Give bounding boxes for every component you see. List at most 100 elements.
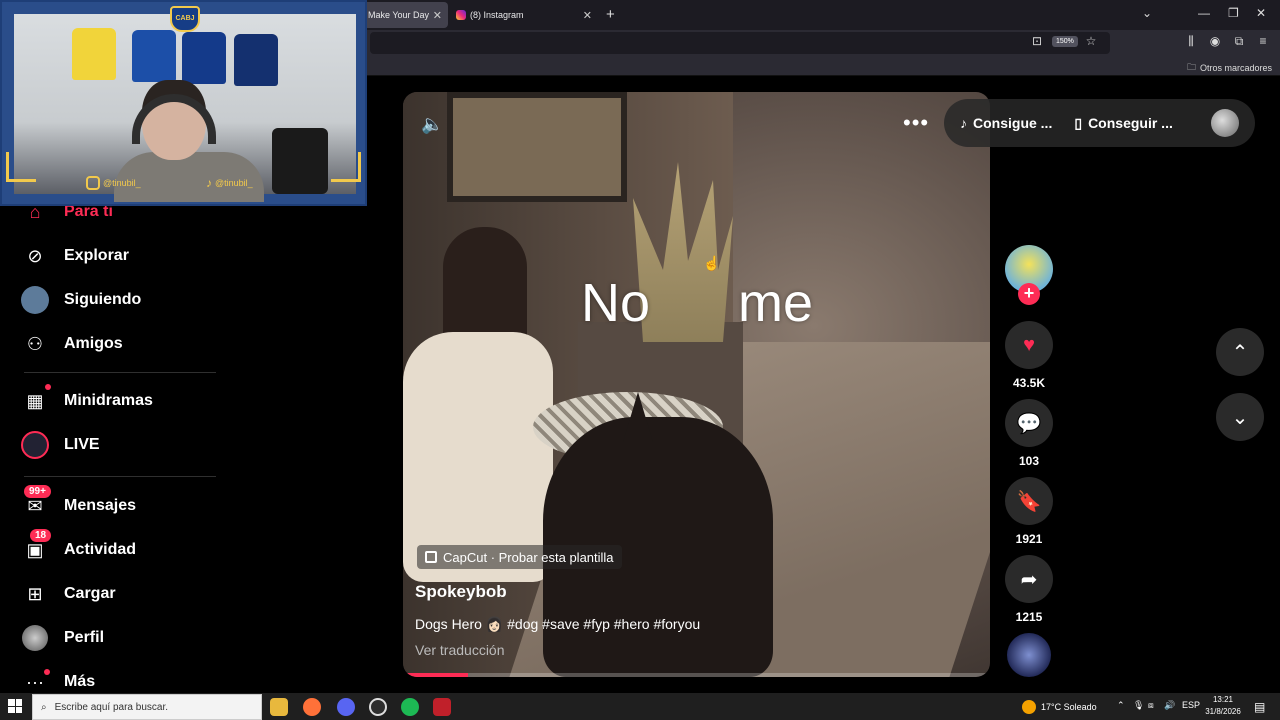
get-app-label: Consigue ... [973, 115, 1053, 131]
sidebar-item-amigos[interactable]: ⚇ Amigos [20, 329, 123, 359]
sidebar-item-perfil[interactable]: Perfil [20, 623, 104, 653]
hand-cursor-icon: ☝ [703, 255, 721, 271]
sidebar-item-siguiendo[interactable]: Siguiendo [20, 285, 141, 315]
sidebar-item-cargar[interactable]: ⊞ Cargar [20, 579, 115, 609]
tab-list-chevron-icon[interactable]: ⌄ [1142, 6, 1152, 20]
notifications-icon[interactable]: ▤ [1254, 700, 1265, 714]
obs-icon[interactable] [369, 698, 387, 716]
comment-button[interactable]: 💬 [1005, 399, 1053, 447]
search-icon: ⌕ [41, 701, 47, 713]
notification-dot [45, 384, 51, 390]
more-options-icon[interactable]: ••• [903, 110, 929, 136]
sidebar-item-label: Perfil [64, 629, 105, 646]
sidebar-divider [24, 476, 216, 477]
jersey-blue [182, 32, 226, 84]
tray-chevron-icon[interactable]: ⌃ [1117, 700, 1125, 711]
sidebar-divider [24, 372, 216, 373]
follow-plus-icon[interactable]: + [1018, 283, 1040, 305]
close-tab-icon[interactable]: ✕ [433, 9, 442, 22]
comment-count: 103 [1018, 454, 1040, 468]
sidebar-item-live[interactable]: LIVE [20, 430, 100, 460]
search-placeholder: Escribe aquí para buscar. [54, 701, 169, 713]
close-window-icon[interactable]: ✕ [1256, 6, 1266, 20]
frame-corner [6, 152, 36, 182]
next-video-button[interactable]: ⌄ [1216, 393, 1264, 441]
tiktok-handle: ♪ @tinubil_ [206, 176, 253, 190]
volume-icon[interactable]: 🔈 [421, 114, 443, 135]
minimize-icon[interactable]: — [1198, 6, 1210, 20]
other-bookmarks[interactable]: 🗀 Otros marcadores [1187, 60, 1272, 76]
bookmark-star-icon[interactable]: ☆ [1084, 34, 1098, 48]
restore-icon[interactable]: ❐ [1228, 6, 1239, 20]
get-device-button[interactable]: ▯ Conseguir ... [1074, 115, 1173, 132]
music-disc-icon[interactable] [1007, 633, 1051, 677]
sidebar-item-label: Amigos [64, 335, 123, 352]
sidebar-item-label: Actividad [64, 541, 137, 558]
chevron-up-icon: ⌃ [1231, 341, 1249, 364]
sidebar-item-label: LIVE [64, 436, 100, 453]
clock-time: 13:21 [1212, 695, 1234, 704]
menu-icon[interactable]: ≡ [1256, 34, 1270, 48]
see-translation-link[interactable]: Ver traducción [415, 642, 505, 658]
tab-title: Make Your Day [368, 10, 430, 20]
clock[interactable]: 13:21 31/8/2026 [1198, 694, 1248, 718]
file-explorer-icon[interactable] [270, 698, 288, 716]
like-button[interactable]: ♥ [1005, 321, 1053, 369]
instagram-handle-text: @tinubil_ [103, 178, 141, 188]
save-button[interactable]: 🔖 [1005, 477, 1053, 525]
phone-icon: ▯ [1074, 114, 1083, 131]
sidebar-item-label: Más [64, 673, 96, 690]
firefox-icon[interactable] [303, 698, 321, 716]
sidebar-item-minidramas[interactable]: ▦ Minidramas [20, 384, 153, 416]
other-bookmarks-label: Otros marcadores [1199, 63, 1272, 73]
library-icon[interactable]: ⫼ [1184, 34, 1198, 48]
user-avatar[interactable] [1211, 109, 1239, 137]
video-progress-bar[interactable] [403, 673, 990, 677]
get-app-button[interactable]: ♪ Consigue ... [960, 115, 1052, 131]
messages-icon: ✉ 99+ [20, 485, 51, 521]
live-icon [20, 430, 50, 460]
notification-dot [44, 669, 50, 675]
video-progress-fill [403, 673, 468, 677]
windows-start-icon[interactable] [8, 699, 22, 713]
new-tab-icon[interactable]: + [606, 6, 615, 23]
tab-title: (8) Instagram [470, 10, 524, 20]
sidebar-item-explorar[interactable]: ⊘ Explorar [20, 241, 129, 271]
sidebar-item-mensajes[interactable]: ✉ 99+ Mensajes [20, 485, 136, 521]
reader-view-icon[interactable]: ⊡ [1030, 34, 1044, 48]
tab-instagram[interactable]: (8) Instagram ✕ [448, 2, 598, 28]
spotify-icon[interactable] [401, 698, 419, 716]
zoom-level[interactable]: 150% [1052, 36, 1078, 47]
previous-video-button[interactable]: ⌃ [1216, 328, 1264, 376]
capcut-template-button[interactable]: CapCut · Probar esta plantilla [417, 545, 622, 569]
video-author[interactable]: Spokeybob [415, 582, 507, 602]
sidebar-item-actividad[interactable]: ▣ 18 Actividad [20, 529, 137, 565]
share-button[interactable]: ➦ [1005, 555, 1053, 603]
compass-icon: ⊘ [27, 245, 43, 266]
share-count: 1215 [1015, 610, 1043, 624]
instagram-icon [456, 10, 466, 20]
account-icon[interactable]: ◉ [1208, 34, 1222, 48]
film-icon: ▦ [26, 390, 44, 411]
speaker-icon[interactable]: 🔊 [1164, 700, 1175, 711]
voicemeeter-icon[interactable] [433, 698, 451, 716]
jersey-yellow [72, 28, 116, 80]
taskbar-search-input[interactable]: ⌕ Escribe aquí para buscar. [32, 694, 262, 720]
save-count: 1921 [1015, 532, 1043, 546]
webcam-room: CABJ [14, 6, 356, 202]
video-player[interactable]: No me 🔈 ••• CapCut · Probar esta plantil… [403, 92, 990, 677]
microphone-icon[interactable]: 🎙 [1133, 700, 1144, 711]
close-tab-icon[interactable]: ✕ [583, 9, 592, 22]
capcut-label: CapCut · Probar esta plantilla [443, 549, 614, 565]
office-chair [272, 128, 328, 194]
address-bar[interactable] [370, 32, 1110, 54]
discord-icon[interactable] [337, 698, 355, 716]
extensions-icon[interactable]: ⧉ [1232, 34, 1246, 48]
sidebar-item-label: Explorar [64, 247, 129, 264]
weather-widget[interactable]: 17°C Soleado [1022, 700, 1097, 714]
tiktok-handle-text: @tinubil_ [215, 178, 253, 188]
network-icon[interactable]: ⧈ [1148, 700, 1154, 711]
activity-icon: ▣ 18 [20, 529, 52, 565]
tab-make-your-day[interactable]: Make Your Day ✕ [360, 2, 448, 28]
club-crest: CABJ [170, 6, 200, 32]
